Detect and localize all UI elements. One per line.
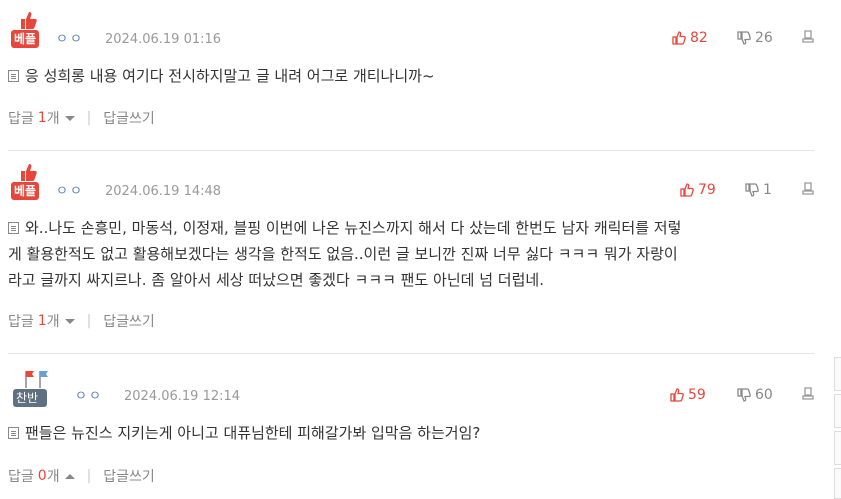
write-reply-button[interactable]: 답글쓰기 [103, 311, 155, 331]
versus-badge: 찬반대결 [11, 369, 48, 423]
downvote-count: 1 [763, 182, 772, 198]
report-icon [802, 182, 814, 195]
report-button[interactable] [802, 30, 814, 43]
thumbs-down-icon [737, 31, 751, 45]
separator: | [86, 110, 92, 126]
divider [8, 353, 814, 354]
downvote-button[interactable]: 26 [737, 30, 773, 46]
upvote-button[interactable]: 79 [680, 182, 716, 198]
memo-icon [8, 427, 19, 439]
downvote-count: 60 [755, 387, 773, 403]
reply-toggle[interactable]: 답글 1 개 [8, 311, 75, 331]
side-scroll-handle[interactable] [834, 394, 841, 428]
separator: | [86, 468, 92, 484]
side-scroll-handle[interactable] [834, 468, 841, 499]
comment-body: 응 성희롱 내용 여기다 전시하지말고 글 내려 어그로 개티나니까~ [8, 63, 808, 89]
reply-unit: 개 [46, 111, 60, 127]
thumbs-up-icon [672, 31, 686, 45]
comment-footer: 답글 1 개 | 답글쓰기 [8, 311, 155, 331]
badge-label: 찬반대결 [13, 389, 47, 423]
upvote-button[interactable]: 82 [672, 30, 708, 46]
downvote-button[interactable]: 1 [745, 182, 772, 198]
side-scroll-handle[interactable] [834, 431, 841, 465]
comment-body: 팬들은 뉴진스 지키는게 아니고 대퓨님한테 피해갈가봐 입막음 하는거임? [8, 420, 808, 446]
report-button[interactable] [802, 387, 814, 400]
reply-toggle[interactable]: 답글 1 개 [8, 108, 75, 128]
best-badge: 베플 [11, 162, 47, 202]
memo-icon [8, 222, 19, 234]
reply-label: 답글 [8, 469, 34, 485]
thumbs-up-icon [670, 388, 684, 402]
thumbs-up-badge-icon [21, 164, 37, 181]
downvote-button[interactable]: 60 [737, 387, 773, 403]
best-badge: 베플 [11, 10, 47, 50]
flags-icon [25, 371, 48, 388]
comment-date: 2024.06.19 14:48 [105, 184, 222, 199]
badge-label: 베플 [11, 30, 40, 48]
comment-text: 팬들은 뉴진스 지키는게 아니고 대퓨님한테 피해갈가봐 입막음 하는거임? [25, 424, 481, 442]
write-reply-button[interactable]: 답글쓰기 [103, 108, 155, 128]
caret-up-icon [64, 473, 75, 479]
side-scroll-handle[interactable] [834, 357, 841, 391]
report-button[interactable] [802, 182, 814, 195]
reply-count: 1 [37, 313, 47, 329]
comment-text: 응 성희롱 내용 여기다 전시하지말고 글 내려 어그로 개티나니까~ [25, 67, 435, 85]
author-nickname[interactable]: ㅇㅇ [56, 180, 84, 199]
memo-icon [8, 70, 19, 82]
reply-count: 1 [37, 110, 47, 126]
upvote-count: 82 [690, 30, 708, 46]
thumbs-down-icon [745, 183, 759, 197]
author-nickname[interactable]: ㅇㅇ [75, 385, 103, 404]
downvote-count: 26 [755, 30, 773, 46]
upvote-count: 59 [688, 387, 706, 403]
comment-footer: 답글 0 개 | 답글쓰기 [8, 466, 155, 486]
comment-body: 와..나도 손흥민, 마동석, 이정재, 블핑 이번에 나온 뉴진스까지 해서 … [8, 215, 808, 293]
badge-label: 베플 [11, 182, 40, 200]
upvote-count: 79 [698, 182, 716, 198]
separator: | [86, 313, 92, 329]
comment-text-line: 라고 글까지 싸지르나. 좀 알아서 세상 떠났으면 좋겠다 ㅋㅋㅋ 팬도 아닌… [8, 271, 544, 289]
comment-date: 2024.06.19 12:14 [124, 389, 241, 404]
reply-count: 0 [37, 468, 47, 484]
divider [8, 150, 814, 151]
reply-unit: 개 [46, 469, 60, 485]
reply-toggle[interactable]: 답글 0 개 [8, 466, 75, 486]
reply-unit: 개 [46, 314, 60, 330]
report-icon [802, 387, 814, 400]
thumbs-up-icon [680, 183, 694, 197]
comment-footer: 답글 1 개 | 답글쓰기 [8, 108, 155, 128]
reply-label: 답글 [8, 111, 34, 127]
comment-date: 2024.06.19 01:16 [105, 32, 222, 47]
upvote-button[interactable]: 59 [670, 387, 706, 403]
thumbs-down-icon [737, 388, 751, 402]
author-nickname[interactable]: ㅇㅇ [56, 28, 84, 47]
comment-text-line: 와..나도 손흥민, 마동석, 이정재, 블핑 이번에 나온 뉴진스까지 해서 … [25, 219, 682, 237]
comment-text-line: 게 활용한적도 없고 활용해보겠다는 생각을 한적도 없음..이런 글 보니깐 … [8, 245, 678, 263]
write-reply-button[interactable]: 답글쓰기 [103, 466, 155, 486]
report-icon [802, 30, 814, 43]
caret-down-icon [64, 115, 75, 121]
reply-label: 답글 [8, 314, 34, 330]
caret-down-icon [64, 318, 75, 324]
thumbs-up-badge-icon [21, 12, 37, 29]
